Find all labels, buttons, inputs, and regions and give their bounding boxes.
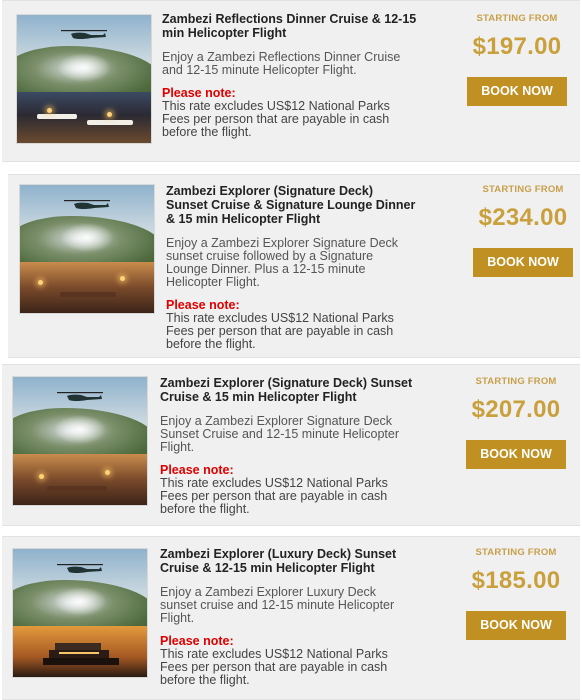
tour-photo[interactable] [12, 548, 148, 678]
tour-photo[interactable] [16, 14, 152, 144]
tour-card: Zambezi Explorer (Signature Deck) Sunset… [2, 364, 580, 526]
price-panel: STARTING FROM $197.00 BOOK NOW [461, 13, 573, 106]
helicopter-icon [61, 30, 107, 39]
tour-info: Zambezi Explorer (Luxury Deck) Sunset Cr… [160, 547, 416, 687]
price-panel: STARTING FROM $185.00 BOOK NOW [460, 547, 572, 640]
helicopter-icon [57, 564, 103, 573]
price-value: $234.00 [478, 204, 568, 231]
helicopter-icon [64, 200, 110, 209]
tour-info: Zambezi Explorer (Signature Deck) Sunset… [166, 184, 418, 351]
tour-card: Zambezi Explorer (Luxury Deck) Sunset Cr… [2, 536, 580, 700]
tour-info: Zambezi Reflections Dinner Cruise & 12-1… [162, 12, 420, 139]
price-value: $185.00 [471, 567, 561, 594]
tour-title[interactable]: Zambezi Explorer (Signature Deck) Sunset… [160, 376, 418, 404]
tour-card: Zambezi Explorer (Signature Deck) Sunset… [8, 174, 580, 358]
note-text: This rate excludes US$12 National Parks … [160, 647, 388, 687]
tour-description: Enjoy a Zambezi Explorer Signature Deck … [160, 414, 400, 454]
book-now-button[interactable]: BOOK NOW [466, 611, 566, 640]
tour-description: Enjoy a Zambezi Explorer Luxury Deck sun… [160, 585, 395, 625]
tour-title[interactable]: Zambezi Explorer (Signature Deck) Sunset… [166, 184, 418, 226]
tour-title[interactable]: Zambezi Explorer (Luxury Deck) Sunset Cr… [160, 547, 416, 575]
book-now-button[interactable]: BOOK NOW [473, 248, 573, 277]
boat-icon [43, 643, 119, 665]
tour-description: Enjoy a Zambezi Explorer Signature Deck … [166, 236, 399, 289]
helicopter-icon [57, 392, 103, 401]
tour-info: Zambezi Explorer (Signature Deck) Sunset… [160, 376, 418, 516]
starting-from-label: STARTING FROM [482, 184, 564, 195]
tour-description: Enjoy a Zambezi Reflections Dinner Cruis… [162, 50, 401, 77]
note-text: This rate excludes US$12 National Parks … [160, 476, 388, 516]
price-panel: STARTING FROM $207.00 BOOK NOW [460, 376, 572, 469]
book-now-button[interactable]: BOOK NOW [467, 77, 567, 106]
tour-photo[interactable] [19, 184, 155, 314]
tour-title[interactable]: Zambezi Reflections Dinner Cruise & 12-1… [162, 12, 420, 40]
tour-card: Zambezi Reflections Dinner Cruise & 12-1… [2, 0, 580, 162]
starting-from-label: STARTING FROM [475, 376, 557, 387]
price-value: $207.00 [471, 396, 561, 423]
price-value: $197.00 [472, 33, 562, 60]
tour-photo[interactable] [12, 376, 148, 506]
note-text: This rate excludes US$12 National Parks … [162, 99, 390, 139]
book-now-button[interactable]: BOOK NOW [466, 440, 566, 469]
price-panel: STARTING FROM $234.00 BOOK NOW [467, 184, 579, 277]
starting-from-label: STARTING FROM [475, 547, 557, 558]
note-text: This rate excludes US$12 National Parks … [166, 311, 394, 351]
starting-from-label: STARTING FROM [476, 13, 558, 24]
